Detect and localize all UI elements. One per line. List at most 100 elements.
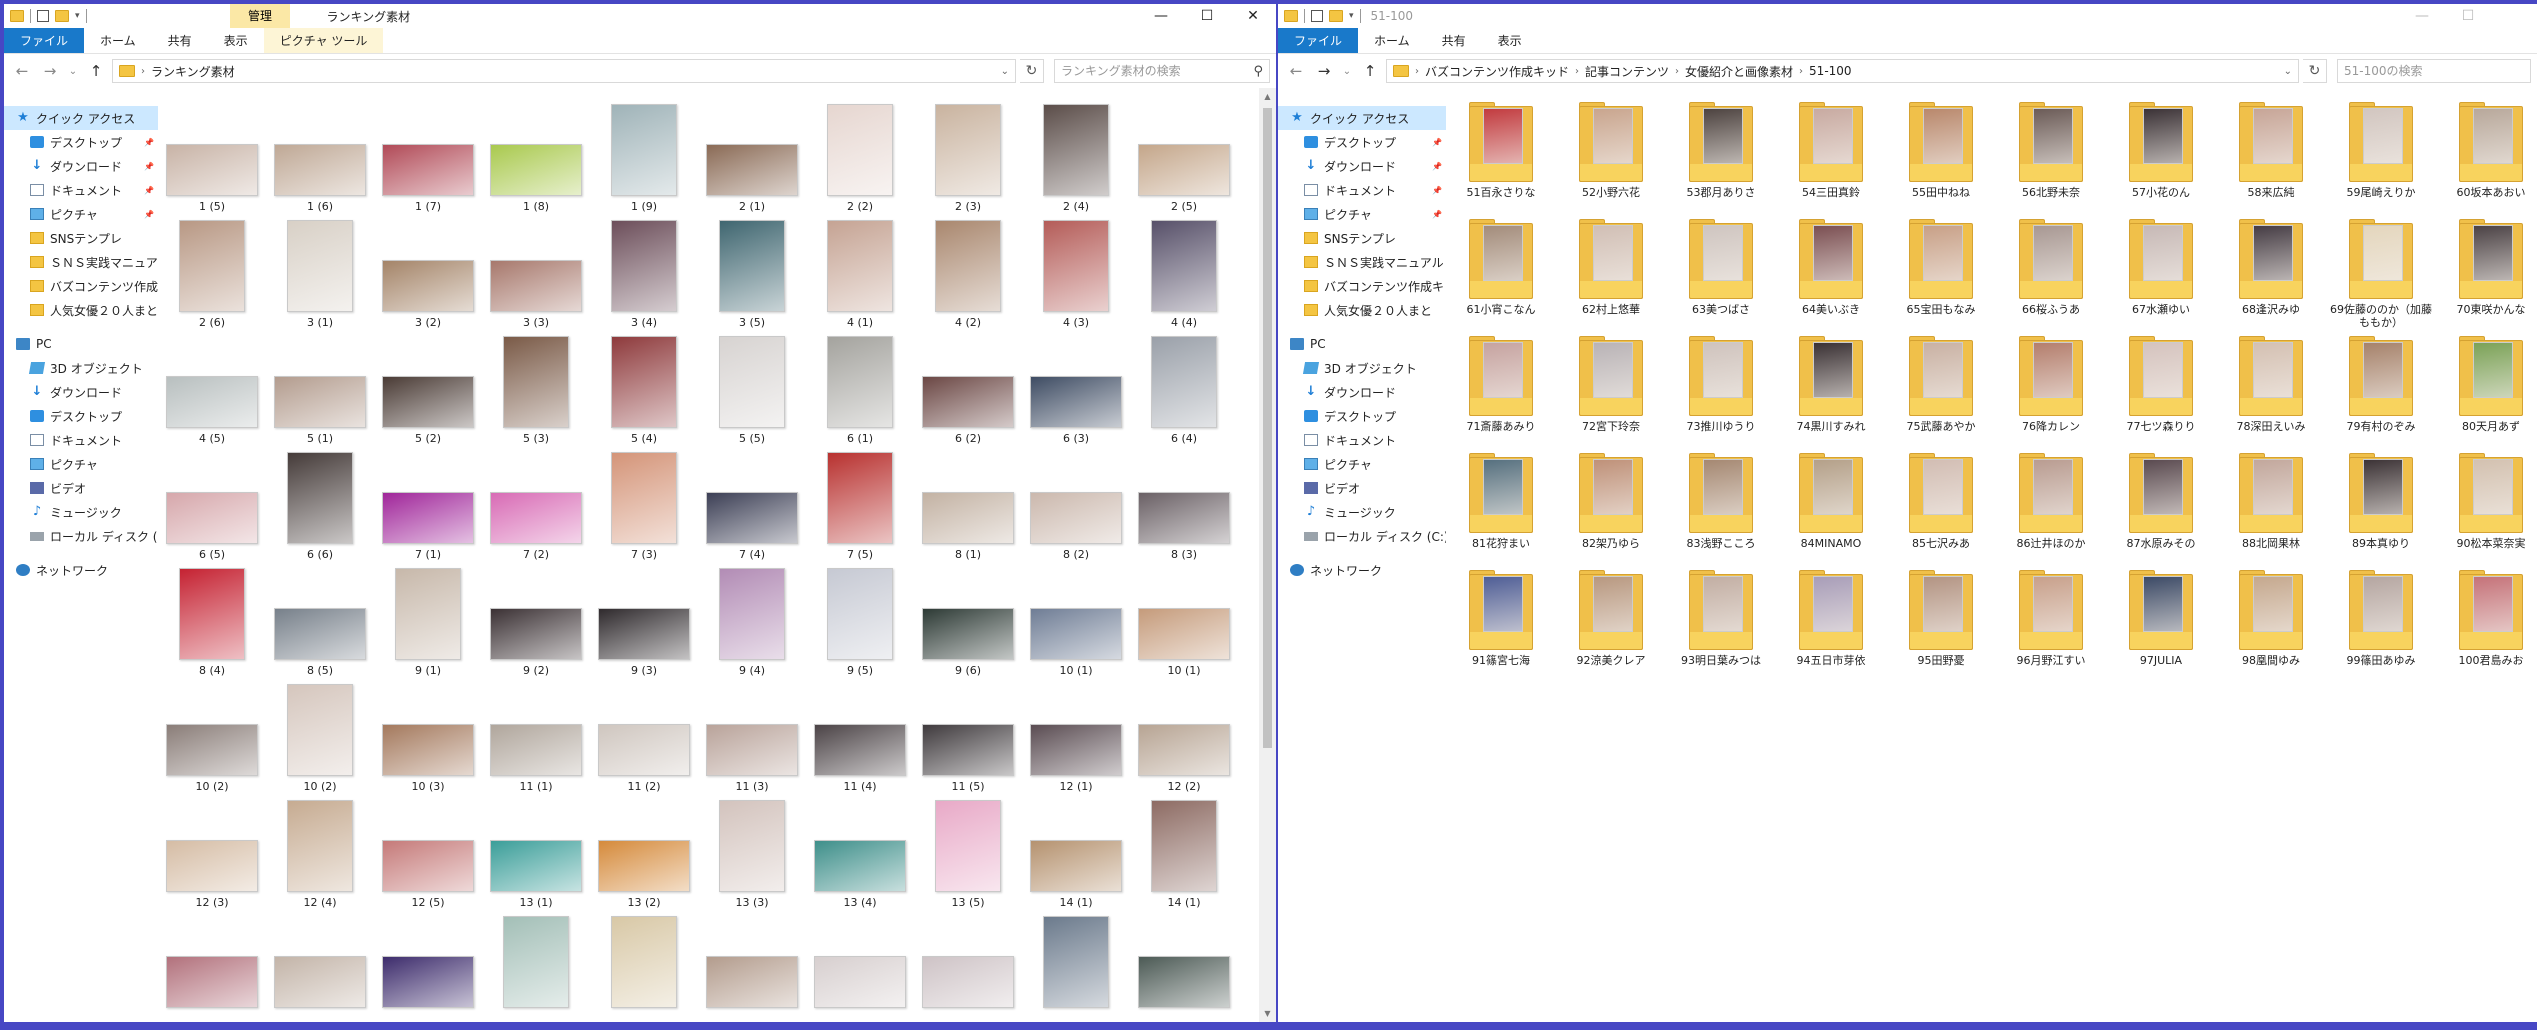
nav-item[interactable]: ドキュメント 📌 (1278, 178, 1446, 202)
nav-item[interactable]: ビデオ (1278, 476, 1446, 500)
file-item[interactable]: 10 (3) (374, 680, 482, 796)
folder-item[interactable]: 72宮下玲奈 (1556, 332, 1666, 449)
nav-item[interactable]: PC (4, 332, 158, 356)
folder-item[interactable]: 85七沢みあ (1886, 449, 1996, 566)
nav-item[interactable]: バズコンテンツ作成キッ (1278, 274, 1446, 298)
nav-item[interactable]: デスクトップ 📌 (1278, 130, 1446, 154)
nav-item[interactable]: 人気女優２０人まと (1278, 298, 1446, 322)
maximize-button[interactable]: ☐ (2445, 4, 2491, 28)
file-item[interactable] (806, 912, 914, 1022)
file-item[interactable]: 7 (5) (806, 448, 914, 564)
file-item[interactable]: 6 (3) (1022, 332, 1130, 448)
forward-arrow-icon[interactable]: → (38, 62, 62, 80)
folder-item[interactable]: 95田野憂 (1886, 566, 1996, 683)
chevron-right-icon[interactable]: › (1799, 66, 1803, 77)
qat-dropdown-icon[interactable]: ▾ (75, 11, 80, 21)
file-item[interactable]: 4 (1) (806, 216, 914, 332)
forward-arrow-icon[interactable]: → (1312, 62, 1336, 80)
folder-item[interactable]: 56北野未奈 (1996, 98, 2106, 215)
nav-item[interactable]: ドキュメント 📌 (4, 178, 158, 202)
file-item[interactable]: 10 (2) (158, 680, 266, 796)
file-item[interactable]: 5 (3) (482, 332, 590, 448)
close-button[interactable] (2491, 4, 2537, 28)
file-item[interactable]: 8 (1) (914, 448, 1022, 564)
nav-item[interactable]: ドキュメント (1278, 428, 1446, 452)
file-item[interactable]: 1 (5) (158, 100, 266, 216)
file-item[interactable]: 9 (5) (806, 564, 914, 680)
minimize-button[interactable]: — (1138, 4, 1184, 28)
breadcrumb-item[interactable]: ランキング素材 (151, 63, 235, 80)
properties-icon[interactable] (1311, 10, 1323, 22)
nav-item[interactable]: ★ クイック アクセス (1278, 106, 1446, 130)
file-item[interactable]: 1 (7) (374, 100, 482, 216)
folder-item[interactable]: 84MINAMO (1776, 449, 1886, 566)
file-item[interactable]: 11 (2) (590, 680, 698, 796)
file-item[interactable]: 3 (3) (482, 216, 590, 332)
folder-item[interactable]: 61小宵こなん (1446, 215, 1556, 332)
chevron-right-icon[interactable]: › (1675, 66, 1679, 77)
search-box[interactable]: ⚲ (1054, 59, 1270, 83)
file-item[interactable]: 8 (2) (1022, 448, 1130, 564)
file-item[interactable] (698, 912, 806, 1022)
nav-item[interactable]: ピクチャ (1278, 452, 1446, 476)
tab-share[interactable]: 共有 (152, 28, 208, 53)
tab-view[interactable]: 表示 (208, 28, 264, 53)
file-item[interactable] (914, 912, 1022, 1022)
nav-item[interactable]: ドキュメント (4, 428, 158, 452)
file-item[interactable]: 12 (4) (266, 796, 374, 912)
folder-item[interactable]: 94五日市芽依 (1776, 566, 1886, 683)
tab-share[interactable]: 共有 (1426, 28, 1482, 53)
breadcrumb-item[interactable]: バズコンテンツ作成キッド (1425, 63, 1569, 80)
folder-item[interactable]: 53郡月ありさ (1666, 98, 1776, 215)
breadcrumb-item[interactable]: 女優紹介と画像素材 (1685, 63, 1793, 80)
file-item[interactable]: 6 (6) (266, 448, 374, 564)
file-item[interactable]: 9 (1) (374, 564, 482, 680)
file-item[interactable]: 13 (5) (914, 796, 1022, 912)
file-item[interactable]: 4 (2) (914, 216, 1022, 332)
minimize-button[interactable]: — (2399, 4, 2445, 28)
file-item[interactable]: 10 (2) (266, 680, 374, 796)
tab-file[interactable]: ファイル (1278, 28, 1359, 53)
file-item[interactable]: 8 (4) (158, 564, 266, 680)
file-item[interactable]: 7 (1) (374, 448, 482, 564)
chevron-right-icon[interactable]: › (141, 66, 145, 77)
folder-item[interactable]: 71斎藤あみり (1446, 332, 1556, 449)
file-item[interactable]: 5 (1) (266, 332, 374, 448)
address-bar[interactable]: › バズコンテンツ作成キッド › 記事コンテンツ › 女優紹介と画像素材 › 5… (1386, 59, 2299, 83)
vertical-scrollbar[interactable]: ▲ ▼ (1259, 88, 1276, 1022)
folder-item[interactable]: 93明日葉みつは (1666, 566, 1776, 683)
folder-item[interactable]: 58来広純 (2216, 98, 2326, 215)
nav-item[interactable]: ローカル ディスク (C:) (4, 524, 158, 548)
nav-item[interactable]: 3D オブジェクト (4, 356, 158, 380)
folder-item[interactable]: 64美いぶき (1776, 215, 1886, 332)
file-item[interactable]: 1 (6) (266, 100, 374, 216)
file-item[interactable]: 2 (4) (1022, 100, 1130, 216)
nav-item[interactable]: ↓ ダウンロード 📌 (1278, 154, 1446, 178)
nav-item[interactable]: 3D オブジェクト (1278, 356, 1446, 380)
file-item[interactable]: 4 (4) (1130, 216, 1238, 332)
file-item[interactable] (266, 912, 374, 1022)
file-item[interactable]: 11 (4) (806, 680, 914, 796)
nav-item[interactable]: ↓ ダウンロード (1278, 380, 1446, 404)
file-item[interactable]: 11 (1) (482, 680, 590, 796)
back-arrow-icon[interactable]: ← (10, 62, 34, 80)
folder-item[interactable]: 63美つばさ (1666, 215, 1776, 332)
file-item[interactable]: 4 (3) (1022, 216, 1130, 332)
folder-item[interactable]: 98凰間ゆみ (2216, 566, 2326, 683)
file-item[interactable]: 7 (4) (698, 448, 806, 564)
file-item[interactable] (158, 912, 266, 1022)
back-arrow-icon[interactable]: ← (1284, 62, 1308, 80)
new-folder-icon[interactable] (1329, 10, 1343, 22)
search-input[interactable] (2344, 64, 2524, 78)
folder-item[interactable]: 88北岡果林 (2216, 449, 2326, 566)
file-item[interactable]: 9 (6) (914, 564, 1022, 680)
nav-item[interactable]: ♪ ミュージック (1278, 500, 1446, 524)
file-item[interactable]: 6 (1) (806, 332, 914, 448)
file-item[interactable]: 6 (2) (914, 332, 1022, 448)
folder-item[interactable]: 73推川ゆうり (1666, 332, 1776, 449)
nav-item[interactable]: SNSテンプレ (4, 226, 158, 250)
chevron-down-icon[interactable]: ⌄ (2284, 66, 2292, 77)
folder-item[interactable]: 87水原みその (2106, 449, 2216, 566)
folder-item[interactable]: 57小花のん (2106, 98, 2216, 215)
file-item[interactable]: 13 (3) (698, 796, 806, 912)
